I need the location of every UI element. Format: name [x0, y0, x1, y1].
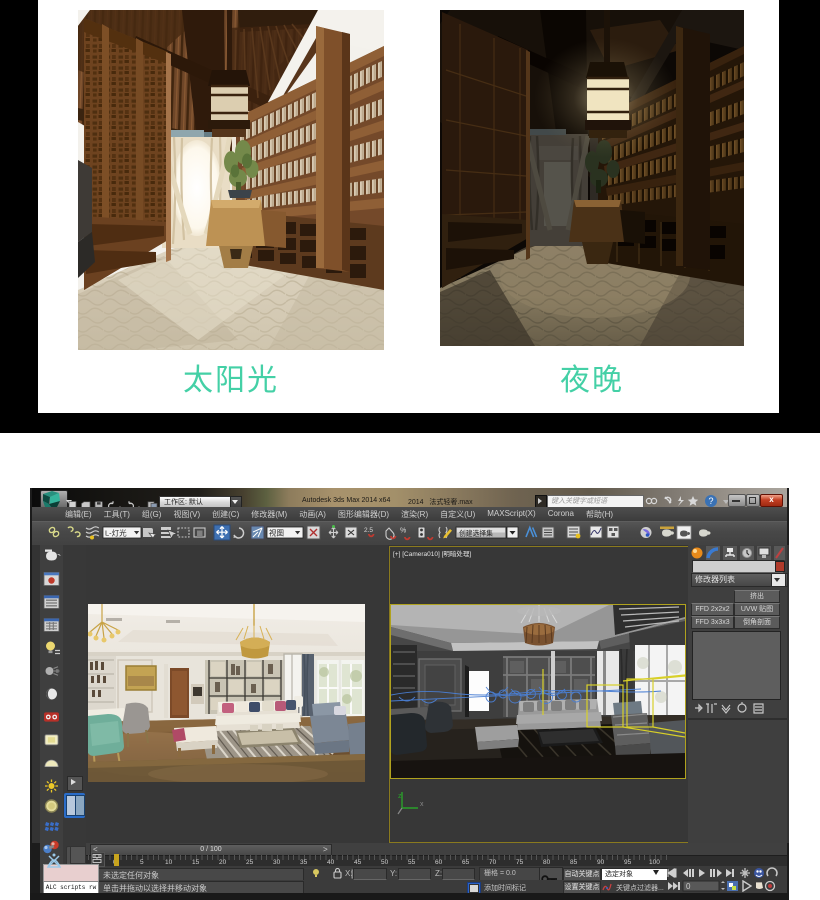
svg-text:?: ? — [708, 496, 713, 506]
svg-text:L-灯光: L-灯光 — [105, 528, 127, 538]
svg-text:0: 0 — [686, 882, 691, 891]
svg-text:%: % — [400, 528, 406, 535]
svg-text:创建选择集: 创建选择集 — [459, 529, 493, 538]
svg-text:2.5: 2.5 — [364, 527, 373, 534]
svg-text:z: z — [398, 793, 402, 800]
svg-text:x: x — [420, 801, 424, 808]
svg-text:视图: 视图 — [269, 528, 284, 538]
